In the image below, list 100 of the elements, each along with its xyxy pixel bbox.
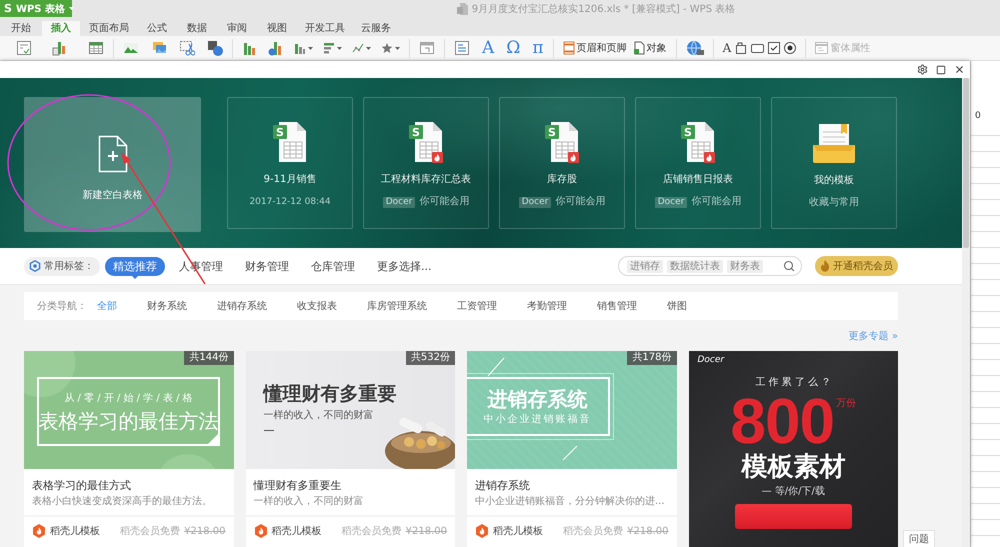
caret-icon[interactable] (366, 46, 371, 50)
card-title: 店铺销售日报表 (663, 174, 733, 186)
shapes-icon[interactable] (207, 40, 223, 56)
new-file-icon (98, 135, 128, 173)
caret-icon[interactable] (337, 46, 342, 50)
object-icon (632, 41, 645, 55)
category-link[interactable]: 收支报表 (297, 299, 337, 313)
window-icon[interactable] (419, 40, 435, 56)
count-badge: 共144份 (184, 351, 234, 365)
template-title: 表格学习的最佳方式 (31, 478, 132, 493)
line-chart-icon[interactable] (352, 42, 364, 54)
maximize-icon[interactable] (936, 64, 946, 74)
bar-chart-icon[interactable] (323, 42, 335, 54)
recent-file-card[interactable]: S 9-11月销售 2017-12-12 08:44 (227, 97, 353, 229)
menu-tab[interactable]: 数据 (178, 21, 216, 36)
photos-icon[interactable] (151, 40, 167, 56)
ad-headline: 模板素材 (741, 452, 846, 482)
template-title: 进销存系统 (474, 478, 531, 493)
close-icon[interactable] (954, 64, 965, 75)
checkbox-icon[interactable] (768, 42, 780, 54)
table-icon[interactable] (88, 40, 104, 56)
bar-chart-icon[interactable] (242, 40, 258, 56)
ad-unit: 万份 (836, 398, 856, 410)
settings-icon[interactable] (917, 64, 928, 75)
category-tab[interactable]: 更多选择... (369, 256, 440, 276)
menu-tab[interactable]: 云服务 (354, 21, 398, 36)
symbol-button[interactable]: Ω (506, 39, 520, 57)
globe-icon[interactable] (686, 40, 704, 56)
category-link[interactable]: 进销存系统 (217, 299, 267, 313)
scroll-thumb[interactable] (963, 78, 969, 248)
chart-icon[interactable] (52, 40, 68, 56)
rectangle-icon[interactable] (751, 42, 764, 54)
feedback-button[interactable]: 问题 (903, 530, 935, 547)
count-badge: 共532份 (406, 351, 455, 365)
menu-tab[interactable]: 审阅 (218, 21, 256, 36)
text-box-icon[interactable] (454, 40, 470, 56)
recommended-file-card[interactable]: S 库存股 Docer 你可能会用 (499, 97, 625, 229)
template-card[interactable]: 共144份 从 / 零 / 开 / 始 / 学 / 表 / 格 表格学习的最佳方法 表格学习的最佳方式 表格小白快速变成资深高手的最佳方法。 稻壳儿模板 稻壳会员免费 ¥218.00 (24, 351, 234, 547)
menu-tab[interactable]: 视图 (258, 21, 296, 36)
label-control-button[interactable]: A (722, 39, 732, 57)
category-link[interactable]: 财务系统 (147, 299, 187, 313)
ad-number: 800 (730, 392, 834, 450)
category-tab[interactable]: 仓库管理 (303, 256, 363, 276)
source-tag: Docer (382, 196, 416, 208)
object-button[interactable]: 对象 (632, 41, 667, 55)
flame-icon (820, 260, 830, 272)
vip-button[interactable]: 开通稻壳会员 (815, 256, 898, 276)
picture-icon[interactable] (123, 40, 139, 56)
recommended-file-card[interactable]: S 店铺销售日报表 Docer 你可能会用 (635, 97, 761, 229)
chart-icon[interactable] (268, 40, 284, 56)
template-title: 懂理财有多重要生 (252, 478, 342, 493)
category-link[interactable]: 销售管理 (597, 299, 637, 313)
category-tab[interactable]: 精选推荐 (105, 256, 165, 276)
header-footer-button[interactable]: 页眉和页脚 (562, 41, 627, 55)
menu-tab[interactable]: 页面布局 (82, 21, 136, 36)
folded-corner-icon (206, 432, 220, 446)
template-description: 一样的收入，不同的财富 (252, 494, 364, 508)
equation-button[interactable]: π (532, 39, 544, 57)
card-title: 工程材料库存汇总表 (381, 174, 471, 186)
banner-headline: 懂理财有多重要 (264, 382, 396, 406)
new-sheet-card[interactable]: 新建空白表格 (24, 97, 201, 232)
hexagon-icon (29, 260, 41, 272)
caret-icon[interactable] (308, 46, 313, 50)
logo-text: Docer (698, 355, 724, 365)
star-icon[interactable] (381, 42, 393, 54)
page-icon (562, 41, 575, 55)
radio-icon[interactable] (784, 42, 796, 54)
frame-icon[interactable] (735, 42, 748, 54)
scrollbar[interactable] (962, 78, 970, 547)
ad-tagline: — 等/你/下/载 (762, 485, 825, 498)
publisher-logo-icon (254, 524, 268, 538)
recommended-file-card[interactable]: S 工程材料库存汇总表 Docer 你可能会用 (363, 97, 489, 229)
template-card[interactable]: 共532份 懂理财有多重要 一样的收入，不同的财富 懂理财有多重要生 一样的收入，不同的财富 稻壳儿模板 稻壳会员免费 ¥218.00 (246, 351, 455, 547)
category-link[interactable]: 饼图 (667, 299, 687, 313)
category-link[interactable]: 工资管理 (457, 299, 497, 313)
card-subtitle: 你可能会用 (419, 196, 470, 208)
form-icon[interactable] (16, 40, 32, 56)
column-chart-icon[interactable] (294, 42, 306, 54)
template-description: 表格小白快速变成资深高手的最佳方法。 (31, 494, 213, 508)
menu-tab[interactable]: 开发工具 (298, 21, 352, 36)
template-tray-icon (813, 123, 855, 163)
scissors-icon[interactable] (179, 40, 195, 56)
category-link[interactable]: 库房管理系统 (367, 299, 427, 313)
logo-icon: S (4, 2, 12, 15)
diagonal-line-icon (562, 445, 578, 461)
price-note: 稻壳会员免费 (120, 524, 180, 538)
menu-tab[interactable]: 公式 (138, 21, 176, 36)
category-tab[interactable]: 财务管理 (237, 256, 297, 276)
wordart-button[interactable]: A (482, 39, 494, 57)
category-link[interactable]: 考勤管理 (527, 299, 567, 313)
original-price: ¥218.00 (184, 526, 226, 536)
menu-tab[interactable]: 开始 (2, 21, 40, 36)
original-price: ¥218.00 (627, 526, 668, 536)
my-templates-card[interactable]: 我的模板 收藏与常用 (771, 97, 897, 229)
search-icon[interactable] (783, 260, 795, 272)
card-subtitle: 你可能会用 (691, 196, 742, 208)
caret-icon[interactable] (395, 46, 400, 50)
publisher-logo-icon (32, 524, 46, 538)
tab-pointer-icon (131, 274, 139, 278)
card-subtitle: 收藏与常用 (809, 197, 859, 209)
